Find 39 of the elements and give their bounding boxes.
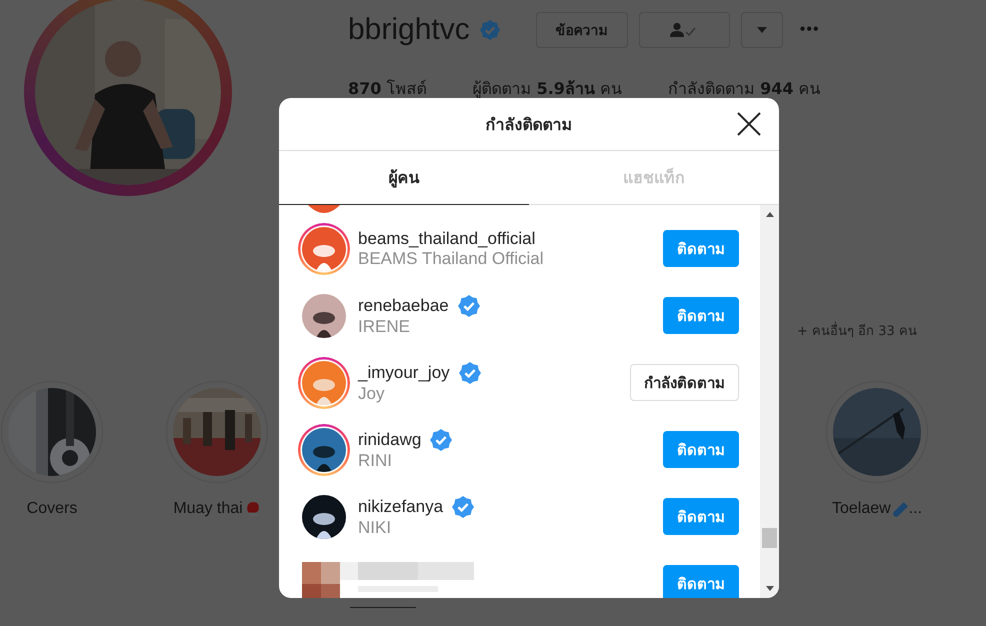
ellipsis-text: ... [908,500,922,518]
following-button[interactable] [638,12,730,48]
username[interactable]: rinidawg [358,430,422,450]
scroll-thumb[interactable] [762,528,777,548]
username[interactable]: _imyour_joy [358,362,450,382]
dropdown-button[interactable] [740,12,783,48]
profile-stat[interactable]: กำลังติดตาม 944 คน [668,76,821,101]
follow-button[interactable]: ติดตาม [663,565,739,598]
message-button[interactable]: ข้อความ [536,12,628,48]
scroll-up-icon[interactable] [766,212,774,217]
full-name: BEAMS Thailand Official [358,248,544,268]
close-button[interactable] [737,112,761,136]
tab[interactable]: แฮชแท็ก [529,151,779,205]
profile-username: bbrightvc [348,13,470,47]
profile-stat[interactable]: 870 โพสต์ [348,76,426,101]
following-button[interactable]: กำลังติดตาม [630,364,739,401]
scrollbar[interactable] [760,205,779,598]
follow-button[interactable]: ติดตาม [663,498,739,535]
vial-icon [892,500,909,518]
dialog-title: กำลังติดตาม [486,114,572,136]
profile-stat[interactable]: ผู้ติดตาม 5.9ล้าน คน [472,76,622,101]
highlight-title: Muay thai [173,500,243,518]
scroll-down-icon[interactable] [766,586,774,591]
follow-button[interactable]: ติดตาม [663,431,739,468]
username[interactable]: nikizefanya [358,496,444,516]
username[interactable]: beams_thailand_official [358,228,536,248]
highlight-title: Covers [26,500,78,518]
more-button[interactable]: ••• [800,21,820,39]
username[interactable]: renebaebae [358,296,449,316]
full-name: RINI [358,450,393,470]
highlight-title: Toelaew [832,500,891,518]
full-name: Joy [358,384,386,404]
follow-button[interactable]: ติดตาม [663,297,739,334]
full-name: IRENE [358,316,411,336]
follow-button[interactable]: ติดตาม [663,230,739,267]
full-name: NIKI [358,518,392,538]
caret-icon [756,27,767,33]
close-icon [737,112,761,136]
mutual-followers-text[interactable]: + คนอื่นๆ อีก 33 คน [797,324,917,339]
